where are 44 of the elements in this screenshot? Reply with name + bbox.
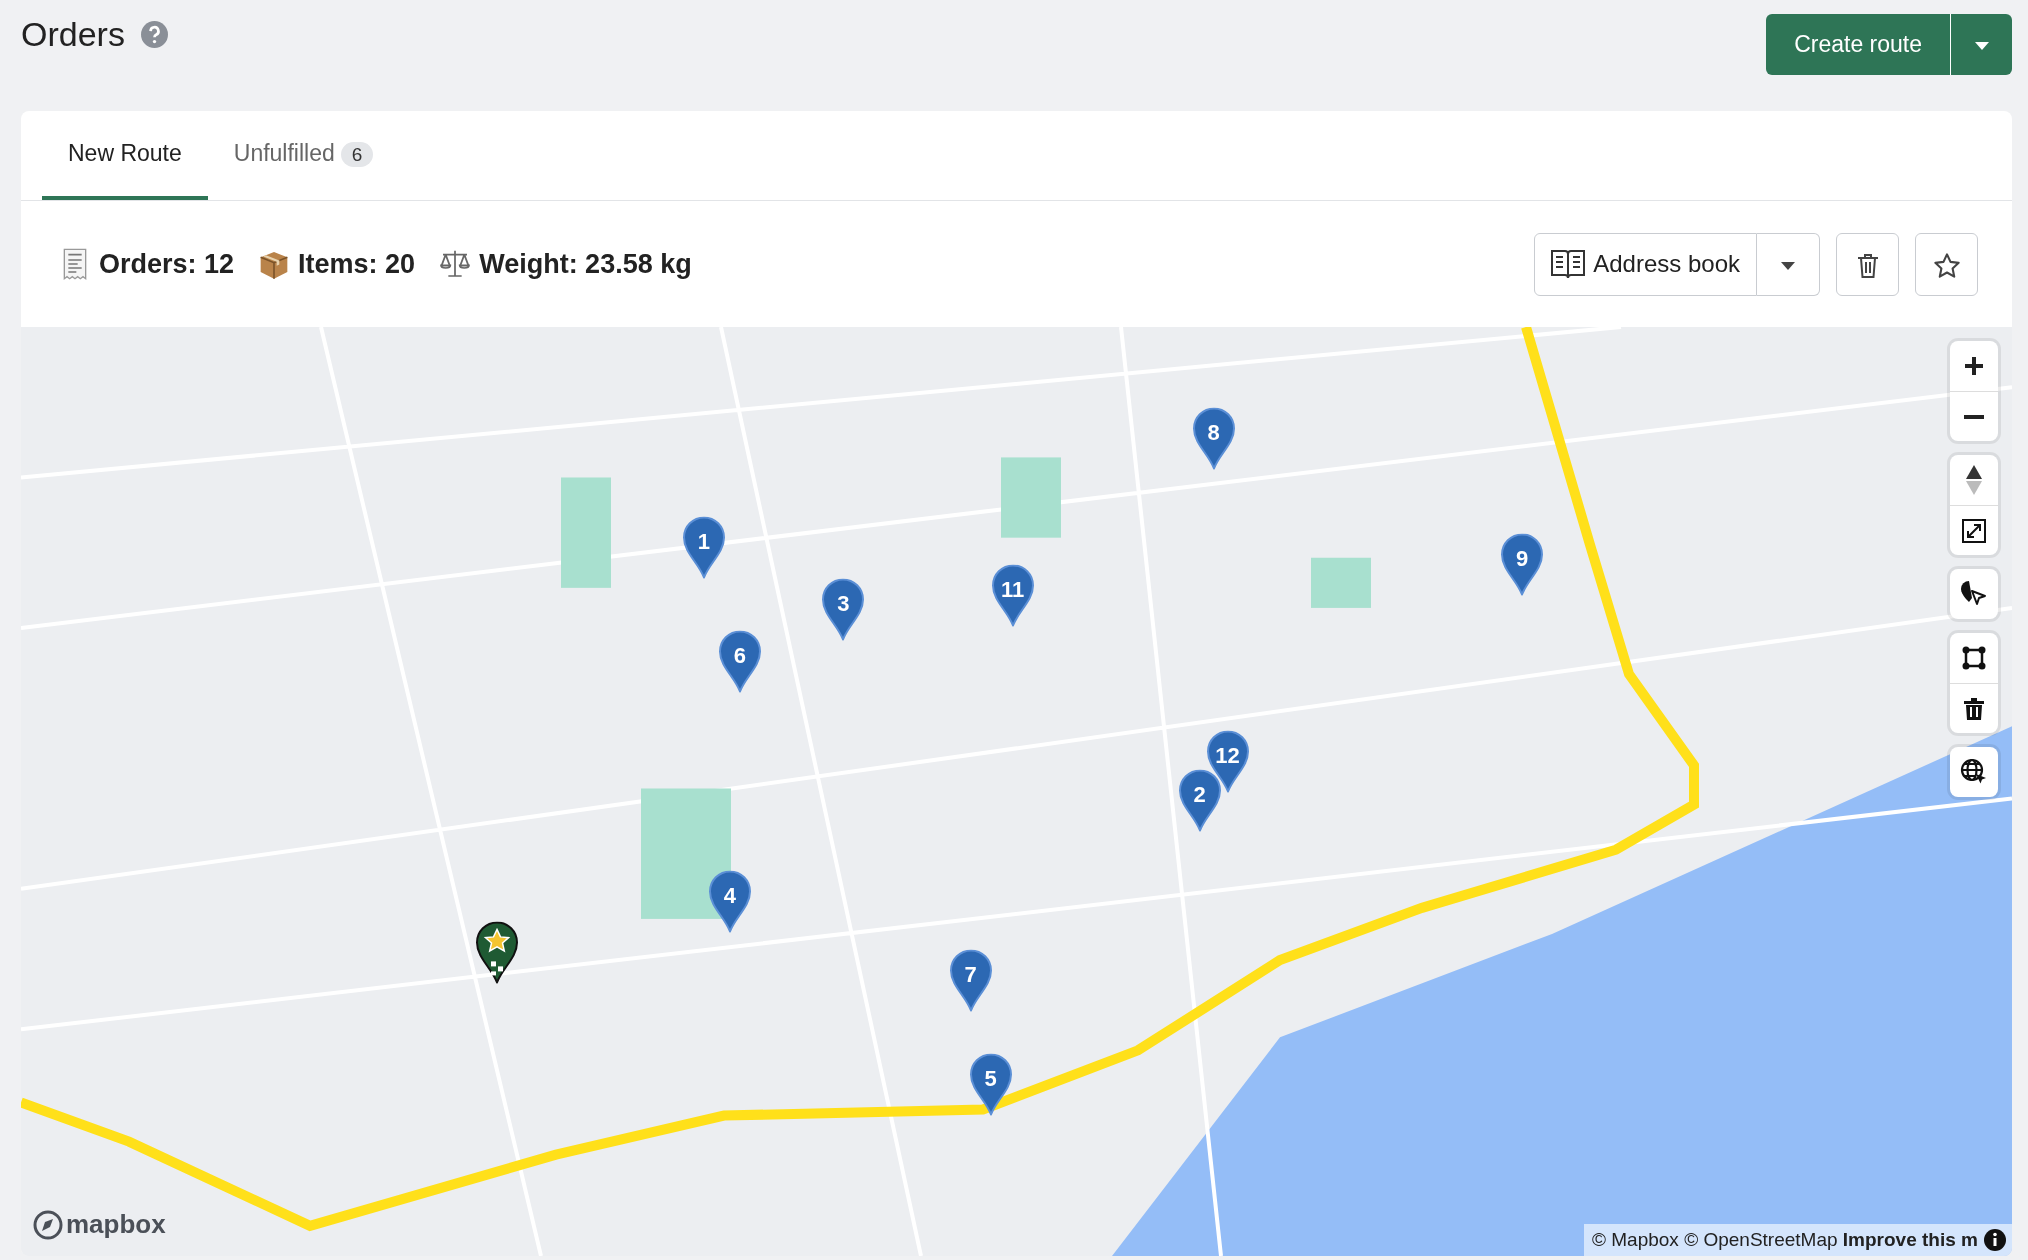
tab-label: Unfulfilled bbox=[233, 140, 335, 167]
count-badge: 6 bbox=[340, 142, 374, 168]
compass-icon bbox=[1966, 465, 1982, 495]
map-pin[interactable]: 2 bbox=[1177, 769, 1222, 832]
info-icon[interactable] bbox=[1984, 1229, 2006, 1251]
minus-icon bbox=[1964, 414, 1984, 419]
help-icon[interactable] bbox=[140, 20, 168, 48]
create-route-button[interactable]: Create route bbox=[1766, 14, 1950, 75]
logo-text: mapbox bbox=[66, 1208, 166, 1241]
expand-icon bbox=[1962, 518, 1986, 543]
scales-icon bbox=[439, 248, 472, 280]
globe-icon bbox=[1960, 758, 1988, 786]
pin-cursor-icon bbox=[1960, 580, 1988, 608]
map-pin[interactable]: 12 bbox=[1205, 730, 1250, 793]
map-pin[interactable]: 4 bbox=[707, 870, 752, 933]
stat-text: Weight: 23.58 kg bbox=[479, 247, 692, 281]
depot-pin[interactable] bbox=[474, 921, 519, 984]
map-pin[interactable]: 11 bbox=[990, 564, 1035, 627]
stat-text: Orders: 12 bbox=[99, 247, 235, 281]
plus-icon bbox=[1964, 356, 1984, 376]
map-pin[interactable]: 8 bbox=[1191, 407, 1236, 470]
polygon-icon bbox=[1962, 646, 1986, 670]
page-title: Orders bbox=[21, 14, 125, 55]
tab[interactable]: Unfulfilled 6 bbox=[207, 111, 400, 200]
trash-icon bbox=[1963, 696, 1985, 721]
attribution-text: © Mapbox © OpenStreetMap Improve this m bbox=[1584, 1223, 2012, 1256]
map-pin[interactable]: 3 bbox=[821, 578, 866, 641]
tab[interactable]: New Route bbox=[42, 111, 208, 200]
stat-text: Items: 20 bbox=[298, 247, 416, 281]
map-pin[interactable]: 9 bbox=[1500, 533, 1545, 596]
map-pin[interactable]: 1 bbox=[681, 516, 726, 579]
book-icon bbox=[1551, 249, 1586, 279]
map-pin[interactable]: 6 bbox=[717, 630, 762, 693]
address-book-button[interactable]: Address book bbox=[1534, 232, 1757, 296]
mapbox-logo[interactable]: mapbox bbox=[33, 1205, 166, 1244]
logo-icon bbox=[33, 1209, 63, 1240]
delete-button[interactable] bbox=[1836, 232, 1899, 296]
caret-icon bbox=[1781, 261, 1795, 270]
map-pin[interactable]: 7 bbox=[948, 949, 993, 1012]
trash-icon bbox=[1855, 252, 1880, 279]
star-icon bbox=[1932, 251, 1961, 280]
favorite-button[interactable] bbox=[1915, 232, 1978, 296]
caret-icon bbox=[1974, 42, 1989, 51]
map-pin[interactable]: 5 bbox=[968, 1053, 1013, 1116]
